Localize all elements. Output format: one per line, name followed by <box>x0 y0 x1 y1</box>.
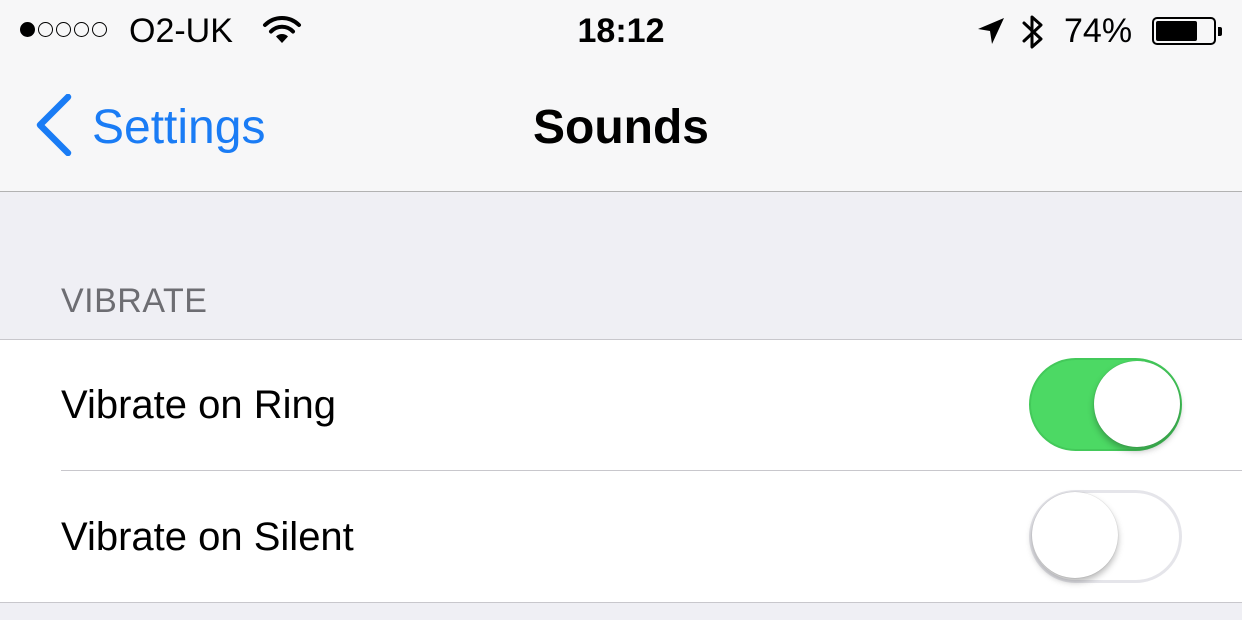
status-bar: O2-UK 18:12 74% <box>0 0 1242 64</box>
vibrate-on-silent-toggle[interactable] <box>1029 490 1182 583</box>
row-label: Vibrate on Ring <box>61 383 336 427</box>
top-bar: O2-UK 18:12 74% Settings Sounds <box>0 0 1242 192</box>
vibrate-on-ring-toggle[interactable] <box>1029 358 1182 451</box>
clock: 18:12 <box>577 12 665 50</box>
settings-group: Vibrate on Ring Vibrate on Silent <box>0 339 1242 603</box>
battery-level <box>1156 21 1198 41</box>
battery-cap <box>1218 27 1222 36</box>
battery-percentage: 74% <box>1064 12 1133 50</box>
row-separator <box>61 470 1242 471</box>
row-label: Vibrate on Silent <box>61 515 354 559</box>
vibrate-on-ring-row: Vibrate on Ring <box>0 340 1242 471</box>
page-title: Sounds <box>533 101 709 154</box>
battery-icon <box>1152 17 1222 45</box>
toggle-knob <box>1032 492 1118 578</box>
vibrate-on-silent-row: Vibrate on Silent <box>0 472 1242 603</box>
section-header: VIBRATE <box>61 282 208 320</box>
bluetooth-icon <box>1020 12 1046 61</box>
location-arrow-icon <box>976 16 1006 55</box>
toggle-knob <box>1094 361 1180 447</box>
